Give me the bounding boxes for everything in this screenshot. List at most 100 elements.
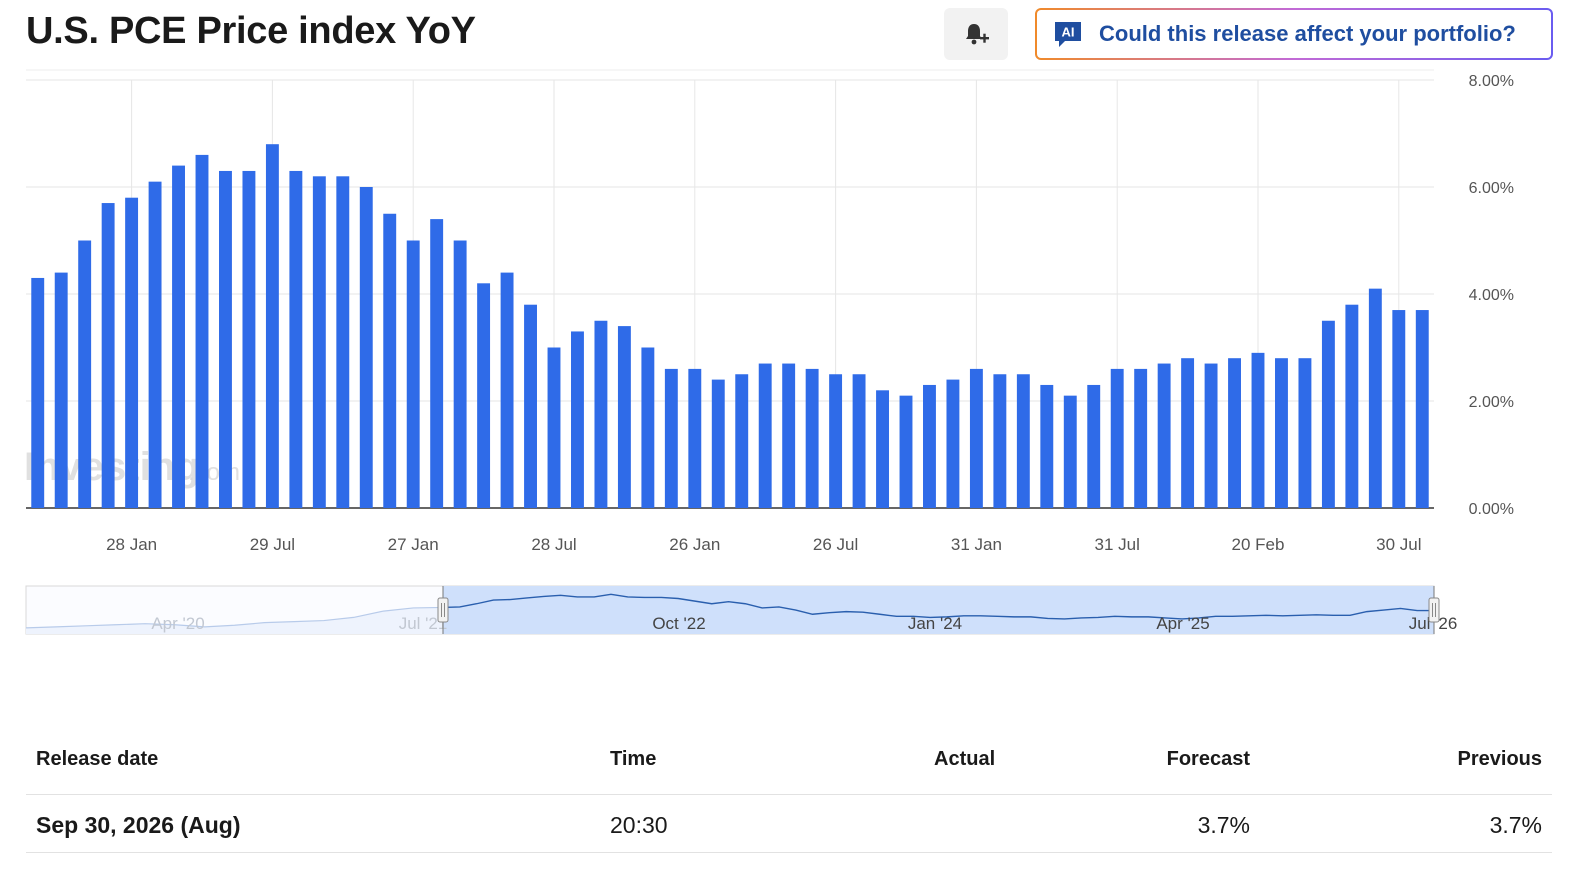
- bar: [1392, 310, 1406, 508]
- bar: [758, 363, 772, 508]
- bar: [876, 390, 889, 508]
- bar: [1157, 363, 1171, 508]
- ai-badge-text: AI: [1062, 25, 1075, 40]
- bar: [383, 213, 397, 508]
- x-tick-label: 26 Jul: [813, 535, 858, 554]
- bar: [1251, 352, 1265, 508]
- bar: [805, 368, 819, 508]
- bar: [1368, 288, 1382, 508]
- bar: [336, 176, 350, 509]
- navigator-label: Apr '25: [1156, 614, 1209, 633]
- row-divider: [26, 852, 1552, 853]
- bar: [1110, 368, 1124, 508]
- bar: [1275, 358, 1288, 508]
- ai-portfolio-button[interactable]: AI Could this release affect your portfo…: [1035, 8, 1553, 60]
- bar: [735, 374, 749, 508]
- bar: [265, 144, 279, 508]
- y-tick-label: 6.00%: [1469, 180, 1514, 197]
- bar: [359, 187, 373, 508]
- navigator-label: Oct '22: [652, 614, 705, 633]
- bar: [477, 283, 491, 508]
- header-divider: [26, 794, 1552, 795]
- x-tick-label: 28 Jan: [106, 535, 157, 554]
- bar: [430, 219, 444, 508]
- bar: [54, 272, 68, 508]
- bar: [993, 374, 1007, 508]
- bar: [31, 277, 45, 508]
- bar: [406, 240, 420, 508]
- bar: [125, 197, 139, 508]
- header-previous: Previous: [1457, 748, 1542, 770]
- bar: [923, 384, 936, 508]
- page-title: U.S. PCE Price index YoY: [26, 10, 476, 52]
- bar: [946, 379, 960, 508]
- bar: [1415, 310, 1429, 508]
- x-tick-label: 30 Jul: [1376, 535, 1421, 554]
- navigator-handle[interactable]: [437, 597, 449, 623]
- bar: [664, 368, 678, 508]
- cell-time: 20:30: [610, 812, 668, 838]
- bar: [524, 304, 537, 508]
- bar: [594, 320, 608, 508]
- bar: [899, 395, 913, 508]
- navigator-handle[interactable]: [1428, 597, 1440, 623]
- grid-layer: [26, 69, 1434, 509]
- bar: [1181, 358, 1195, 508]
- bar: [641, 347, 655, 508]
- cell-previous: 3.7%: [1489, 812, 1542, 838]
- x-tick-label: 20 Feb: [1232, 535, 1285, 554]
- bar: [148, 181, 162, 508]
- header-release-date: Release date: [36, 748, 159, 770]
- ai-button-label: Could this release affect your portfolio…: [1099, 21, 1516, 46]
- bar: [195, 154, 209, 508]
- y-tick-label: 8.00%: [1469, 73, 1514, 90]
- bar: [829, 374, 843, 508]
- create-alert-button[interactable]: [944, 8, 1008, 60]
- bar: [101, 203, 115, 509]
- bell-plus-icon: [966, 24, 989, 45]
- range-navigator[interactable]: Apr '20 Jul '21 Oct '22 Jan '24 Apr '25 Jul '…: [25, 585, 1457, 635]
- header-time: Time: [610, 748, 657, 770]
- bar: [1040, 384, 1054, 508]
- navigator-label: Jan '24: [908, 614, 962, 633]
- header-forecast: Forecast: [1166, 748, 1250, 770]
- ai-chat-icon: AI: [1053, 20, 1083, 48]
- bar: [1063, 395, 1077, 508]
- y-tick-label: 4.00%: [1469, 287, 1514, 304]
- bar: [312, 176, 326, 509]
- pce-chart[interactable]: Investing .com 8.00%6.00%4.00%2.00%0.00%…: [0, 66, 1584, 666]
- x-tick-label: 31 Jul: [1095, 535, 1140, 554]
- bar: [688, 368, 702, 508]
- bar: [453, 240, 467, 508]
- bar: [1321, 320, 1335, 508]
- bar: [500, 272, 514, 508]
- bar: [219, 170, 232, 508]
- x-tick-label: 28 Jul: [531, 535, 576, 554]
- y-axis: 8.00% 6.00% 4.00% 2.00% 0.00%: [1469, 73, 1514, 518]
- bar: [1345, 304, 1359, 508]
- bar: [78, 240, 92, 508]
- bar: [242, 170, 256, 508]
- bar: [1134, 368, 1148, 508]
- bar: [1298, 358, 1312, 508]
- x-tick-label: 26 Jan: [669, 535, 720, 554]
- bar: [852, 374, 866, 508]
- bar: [969, 368, 983, 508]
- bar: [172, 165, 185, 508]
- bar: [711, 379, 725, 508]
- bar: [547, 347, 561, 508]
- bar: [1087, 384, 1101, 508]
- bar: [571, 331, 584, 508]
- y-tick-label: 2.00%: [1469, 394, 1514, 411]
- x-tick-label: 29 Jul: [250, 535, 295, 554]
- navigator-label: Apr '20: [151, 614, 204, 633]
- y-tick-label: 0.00%: [1469, 501, 1514, 518]
- bar: [617, 326, 631, 508]
- bar: [1228, 358, 1241, 508]
- bar: [289, 170, 303, 508]
- cell-release-date: Sep 30, 2026 (Aug): [36, 812, 241, 838]
- bar-layer: [31, 144, 1429, 509]
- x-tick-label: 27 Jan: [388, 535, 439, 554]
- bar: [1204, 363, 1218, 508]
- header-actual: Actual: [934, 748, 996, 770]
